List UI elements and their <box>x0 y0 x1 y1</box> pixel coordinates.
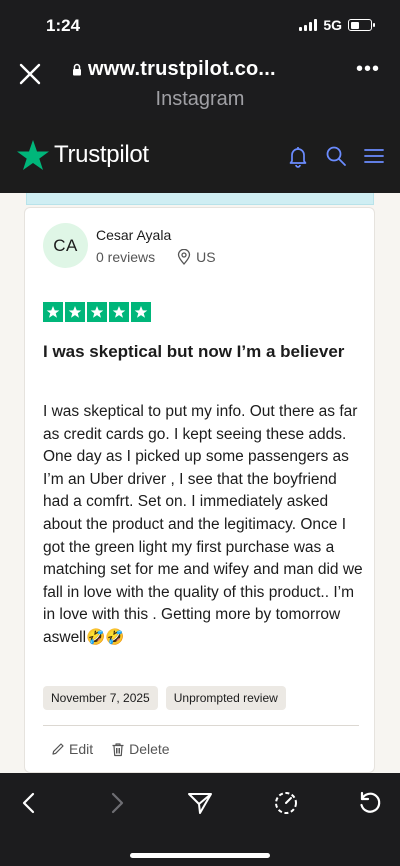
star-icon <box>87 302 107 322</box>
search-icon[interactable] <box>324 144 348 168</box>
reviewer-country: US <box>196 249 216 265</box>
divider <box>43 725 359 726</box>
close-icon[interactable] <box>16 60 44 88</box>
star-icon <box>109 302 129 322</box>
reviewer-name[interactable]: Cesar Ayala <box>96 227 171 243</box>
signal-icon <box>299 19 318 31</box>
menu-icon[interactable] <box>362 144 386 168</box>
reviewer-meta: 0 reviews US <box>96 249 216 265</box>
page-content: CA Cesar Ayala 0 reviews US I was skepti… <box>0 193 400 773</box>
trash-icon <box>112 742 124 756</box>
edit-button[interactable]: Edit <box>51 741 93 757</box>
review-date: November 7, 2025 <box>43 686 158 710</box>
battery-level <box>350 21 360 29</box>
trustpilot-logo[interactable]: Trustpilot <box>16 139 149 171</box>
share-icon[interactable] <box>186 789 214 817</box>
lock-icon <box>73 63 81 76</box>
more-options-icon[interactable]: ••• <box>356 58 380 81</box>
status-indicators: 5G <box>299 17 375 33</box>
previous-card-edge <box>26 193 374 205</box>
status-time: 1:24 <box>46 16 81 35</box>
avatar[interactable]: CA <box>43 223 88 268</box>
review-title: I was skeptical but now I’m a believer <box>43 342 345 361</box>
url-text: www.trustpilot.co... <box>88 58 276 80</box>
back-icon[interactable] <box>16 789 44 817</box>
bell-icon[interactable] <box>286 144 310 168</box>
reload-icon[interactable] <box>356 789 384 817</box>
review-actions: Edit Delete <box>51 741 170 757</box>
star-rating <box>43 302 151 322</box>
header-icons <box>286 144 386 168</box>
forward-icon[interactable] <box>102 789 130 817</box>
speed-dial-icon[interactable] <box>272 789 300 817</box>
network-type: 5G <box>323 17 342 33</box>
url-field[interactable]: www.trustpilot.co... <box>72 58 332 81</box>
edit-label: Edit <box>69 741 94 757</box>
star-icon <box>65 302 85 322</box>
delete-button[interactable]: Delete <box>111 741 170 757</box>
home-indicator[interactable] <box>130 853 270 858</box>
review-count: 0 reviews <box>96 249 156 265</box>
trustpilot-star-icon <box>17 140 49 170</box>
star-icon <box>43 302 63 322</box>
review-card: CA Cesar Ayala 0 reviews US I was skepti… <box>24 207 375 773</box>
location-pin-icon <box>177 249 191 265</box>
unprompted-badge: Unprompted review <box>165 686 286 710</box>
star-icon <box>131 302 151 322</box>
brand-name: Trustpilot <box>54 141 149 168</box>
browser-subtitle: Instagram <box>155 88 245 110</box>
battery-icon <box>348 19 375 31</box>
review-body: I was skeptical to put my info. Out ther… <box>43 403 363 646</box>
site-header: Trustpilot <box>0 120 400 193</box>
status-bar: 1:24 5G <box>0 0 400 52</box>
review-tags: November 7, 2025 Unprompted review <box>43 686 286 710</box>
delete-label: Delete <box>129 741 170 757</box>
browser-bar: www.trustpilot.co... ••• Instagram <box>0 52 400 120</box>
pencil-icon <box>52 743 64 755</box>
browser-toolbar <box>0 773 400 866</box>
